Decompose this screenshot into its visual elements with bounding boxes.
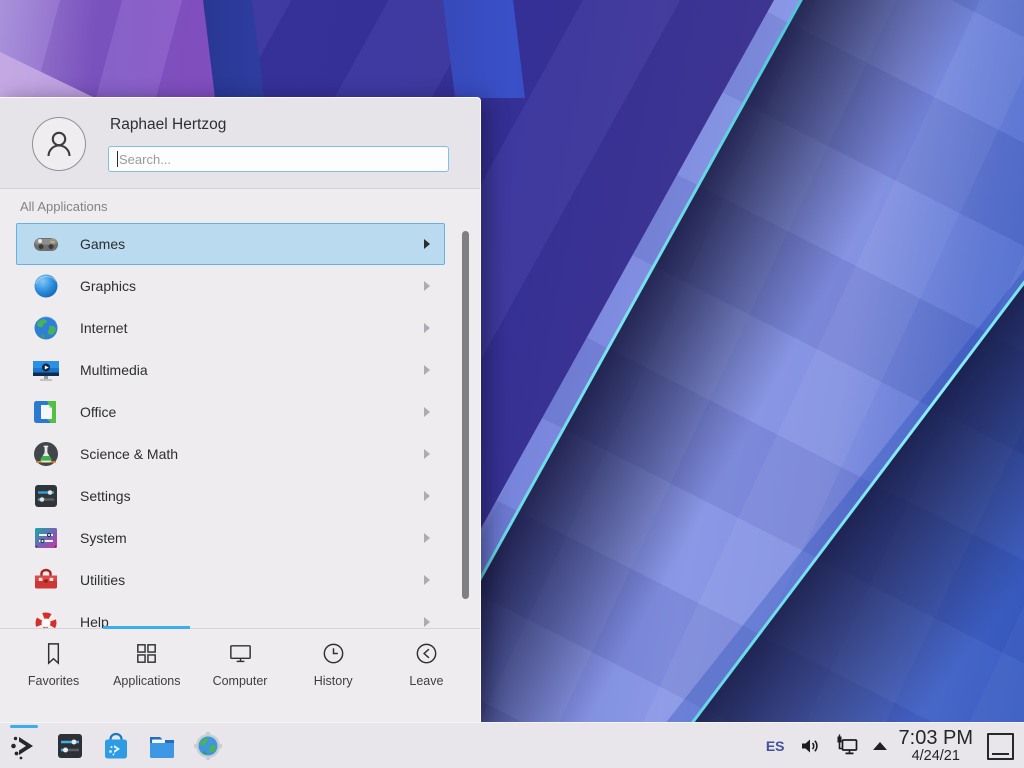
active-task-indicator [10,725,38,728]
category-system[interactable]: System [16,517,445,559]
category-science-math[interactable]: Science & Math [16,433,445,475]
volume-icon[interactable] [799,735,821,757]
keyboard-layout-indicator[interactable]: ES [766,738,785,754]
category-label: Multimedia [80,362,148,378]
tab-computer[interactable]: Computer [193,636,286,708]
desktop: Raphael Hertzog All Applications [0,0,1024,768]
application-launcher-menu: Raphael Hertzog All Applications [0,97,481,722]
graphics-icon [30,270,62,302]
category-games[interactable]: Games [16,223,445,265]
help-icon [30,606,62,628]
user-name: Raphael Hertzog [110,116,226,134]
search-input[interactable] [108,146,449,172]
section-label: All Applications [20,199,107,214]
system-tray: ES 7:03 PM [766,723,1020,768]
games-icon [30,228,62,260]
launcher-header: Raphael Hertzog [0,98,480,189]
user-icon [39,124,79,164]
submenu-arrow-icon [424,575,430,585]
category-label: Settings [80,488,131,504]
text-caret [117,151,118,167]
settings-icon [30,480,62,512]
category-label: Internet [80,320,127,336]
tab-label: Favorites [28,674,79,688]
category-help[interactable]: Help [16,601,445,628]
application-launcher-button[interactable] [8,730,40,762]
search-field-wrap [108,146,449,172]
category-label: Utilities [80,572,125,588]
category-label: System [80,530,127,546]
submenu-arrow-icon [424,365,430,375]
multimedia-icon [30,354,62,386]
system-settings-button[interactable] [54,730,86,762]
submenu-arrow-icon [424,281,430,291]
network-icon[interactable] [834,734,860,758]
user-avatar[interactable] [32,117,86,171]
tab-leave[interactable]: Leave [380,636,473,708]
tabbar-divider [0,628,480,629]
taskbar-launchers [8,730,224,762]
leave-icon [413,640,440,667]
category-label: Games [80,236,125,252]
internet-icon [30,312,62,344]
tab-applications[interactable]: Applications [100,636,193,708]
submenu-arrow-icon [424,491,430,501]
submenu-arrow-icon [424,239,430,249]
tab-label: Applications [113,674,180,688]
web-browser-button[interactable] [192,730,224,762]
expand-tray-icon[interactable] [873,742,887,750]
application-category-list: Games Graphics [0,223,480,628]
show-desktop-button[interactable] [987,733,1014,760]
submenu-arrow-icon [424,617,430,627]
computer-icon [227,640,254,667]
submenu-arrow-icon [424,533,430,543]
category-label: Science & Math [80,446,178,462]
submenu-arrow-icon [424,407,430,417]
clock-date: 4/24/21 [912,749,960,764]
tab-favorites[interactable]: Favorites [7,636,100,708]
bookmark-icon [40,640,67,667]
grid-icon [133,640,160,667]
tab-history[interactable]: History [287,636,380,708]
scrollbar-thumb[interactable] [462,231,469,599]
category-utilities[interactable]: Utilities [16,559,445,601]
category-multimedia[interactable]: Multimedia [16,349,445,391]
category-internet[interactable]: Internet [16,307,445,349]
category-settings[interactable]: Settings [16,475,445,517]
tab-label: Leave [409,674,443,688]
submenu-arrow-icon [424,449,430,459]
category-label: Graphics [80,278,136,294]
category-graphics[interactable]: Graphics [16,265,445,307]
digital-clock[interactable]: 7:03 PM 4/24/21 [899,728,973,764]
office-icon [30,396,62,428]
active-tab-indicator [103,626,190,629]
system-icon [30,522,62,554]
launcher-tabbar: Favorites Applications Computer [7,636,473,708]
category-office[interactable]: Office [16,391,445,433]
science-math-icon [30,438,62,470]
submenu-arrow-icon [424,323,430,333]
file-manager-button[interactable] [146,730,178,762]
clock-time: 7:03 PM [899,728,973,749]
tab-label: History [314,674,353,688]
discover-button[interactable] [100,730,132,762]
category-label: Office [80,404,116,420]
history-clock-icon [320,640,347,667]
taskbar-panel: ES 7:03 PM [0,722,1024,768]
utilities-icon [30,564,62,596]
tab-label: Computer [213,674,268,688]
